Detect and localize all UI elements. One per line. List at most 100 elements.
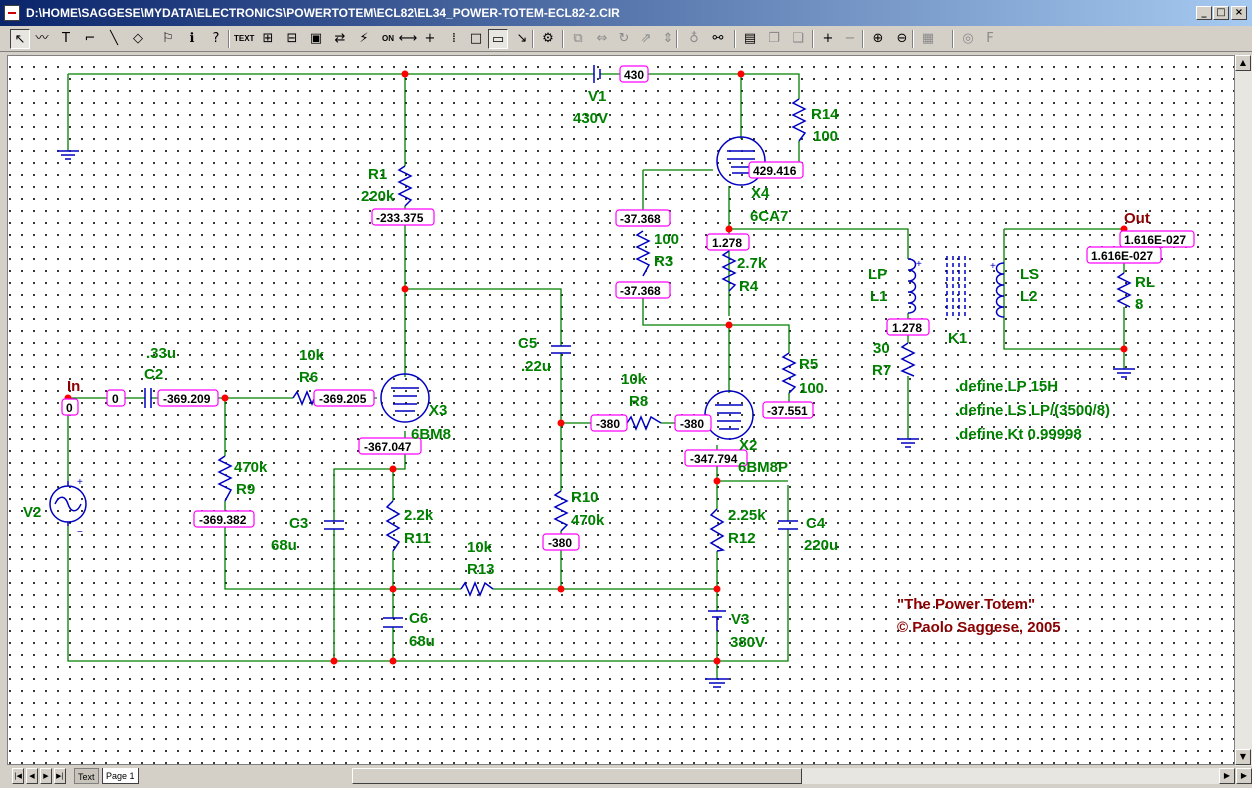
tab-page-1[interactable]: Page 1 <box>102 768 139 784</box>
horizontal-scrollbar[interactable]: ▶ <box>352 768 1235 784</box>
resistor-rl <box>1116 272 1132 308</box>
label-rl-value: 8 <box>1135 296 1143 313</box>
globe-icon[interactable]: ◎ <box>958 29 978 49</box>
zoom-out-icon[interactable]: ⊖ <box>892 29 912 49</box>
maximize-button[interactable]: □ <box>1213 6 1229 20</box>
label-r1-value: 220k <box>361 188 395 205</box>
wires <box>67 73 1125 679</box>
rotate-icon[interactable]: ↻ <box>614 29 634 49</box>
label-r10-value: 470k <box>571 512 605 529</box>
label-v1-value: 430V <box>573 110 608 127</box>
inductor-l1 <box>907 258 917 314</box>
toolbar-separator <box>952 30 954 48</box>
label-x3-name: X3 <box>429 402 447 419</box>
toolbar-separator <box>912 30 914 48</box>
flip-y-icon[interactable]: ⇕ <box>658 29 678 49</box>
info-icon[interactable]: ℹ <box>182 29 202 49</box>
wire-icon[interactable]: 〰 <box>32 29 52 49</box>
app-icon[interactable] <box>4 5 20 21</box>
analysis-icon[interactable]: ▦ <box>918 29 938 49</box>
next-page-icon[interactable]: ▶ <box>40 768 52 784</box>
prev-page-icon[interactable]: ◀ <box>26 768 38 784</box>
binoculars-icon[interactable]: ⚯ <box>708 29 728 49</box>
nv-x2-cathode: -347.794 <box>690 452 738 466</box>
flag-icon[interactable]: ⚐ <box>158 29 178 49</box>
resistor-r5 <box>781 352 797 394</box>
flip-icon[interactable]: ⇔ <box>592 29 612 49</box>
delete-page-icon[interactable]: − <box>840 29 860 49</box>
window-title: D:\HOME\SAGGESE\MYDATA\ELECTRONICS\POWER… <box>26 6 620 20</box>
back-icon[interactable]: ❏ <box>788 29 808 49</box>
ground-rl <box>1113 368 1135 378</box>
ortho-wire-icon[interactable]: ⌐ <box>80 29 100 49</box>
label-c2-value: .33u <box>146 345 176 362</box>
power-icon[interactable]: ⚡ <box>354 29 374 49</box>
svg-text:−: − <box>77 527 83 538</box>
nv-r3-top: -37.368 <box>620 212 661 226</box>
label-r14-name: R14 <box>811 106 839 123</box>
nv-x4-plate: 429.416 <box>753 164 797 178</box>
label-r3-name: R3 <box>654 253 673 270</box>
label-r5-name: R5 <box>799 356 818 373</box>
credits: "The Power Totem" © Paolo Saggese, 2005 <box>897 596 1061 636</box>
last-page-icon[interactable]: ▶| <box>54 768 66 784</box>
grid-text-icon[interactable]: ⊞ <box>258 29 278 49</box>
scroll-thumb[interactable] <box>352 768 802 784</box>
grid-icon[interactable]: ⁞ <box>444 29 464 49</box>
close-button[interactable]: × <box>1231 6 1247 20</box>
shapes-icon[interactable]: ◇ <box>128 29 148 49</box>
add-page-icon[interactable]: + <box>818 29 838 49</box>
title-icon[interactable]: ▭ <box>488 29 508 49</box>
define-kt: .define Kt 0.99998 <box>955 426 1082 443</box>
toolbar: ↖ 〰 T ⌐ ╲ ◇ ⚐ ℹ? TEXT ⊞ ⊟ ▣ ⇄ ⚡ ON ⟷ + ⁞ □ ▭ ↘ ⚙ ⧉ ⇔ ↻ ⇗ ⇕ ♁ ⚯ ▤ ❐ ❏ + − ⊕… <box>0 26 1252 52</box>
nv-v1: 430 <box>624 68 644 82</box>
minimize-button[interactable]: _ <box>1196 6 1212 20</box>
tab-text[interactable]: Text <box>74 768 99 784</box>
toolbar-separator <box>532 30 534 48</box>
pin-icon[interactable]: ⊟ <box>282 29 302 49</box>
step-icon[interactable]: ⧉ <box>568 29 588 49</box>
node-numbers-icon[interactable]: ▣ <box>306 29 326 49</box>
on-state-icon[interactable]: ON <box>378 29 398 49</box>
label-r7-name: R7 <box>872 362 891 379</box>
mirror-icon[interactable]: ⇗ <box>636 29 656 49</box>
cross-icon[interactable]: + <box>420 29 440 49</box>
nv-r8-left: -380 <box>596 417 620 431</box>
resistor-r8 <box>626 415 662 431</box>
border-icon[interactable]: □ <box>466 29 486 49</box>
help-icon[interactable]: ? <box>206 29 226 49</box>
find-icon[interactable]: ♁ <box>684 29 704 49</box>
label-r12-value: 2.25k <box>728 507 766 524</box>
text-icon[interactable]: T <box>56 29 76 49</box>
vertical-scrollbar[interactable]: ▲ ▼ <box>1235 55 1252 767</box>
label-ls: LS <box>1020 266 1039 283</box>
first-page-icon[interactable]: |◀ <box>12 768 24 784</box>
toolbar-separator <box>562 30 564 48</box>
resistor-r9 <box>217 455 233 502</box>
text-mode-icon[interactable]: TEXT <box>234 29 254 49</box>
inductor-l2 <box>995 262 1005 318</box>
line-icon[interactable]: ╲ <box>104 29 124 49</box>
label-in: In <box>67 378 80 395</box>
properties-icon[interactable]: ⚙ <box>538 29 558 49</box>
pin-connect-icon[interactable]: ⟷ <box>398 29 418 49</box>
scroll-right-icon[interactable]: ▶ <box>1219 768 1235 784</box>
front-icon[interactable]: ❐ <box>764 29 784 49</box>
schematic-canvas[interactable]: + − + + 430 429.416 -233.375 -37.368 -37.3… <box>7 55 1235 765</box>
label-r6-value: 10k <box>299 347 325 364</box>
pointer-mode-icon[interactable]: ↘ <box>512 29 532 49</box>
page-scroll-icon[interactable]: ▤ <box>740 29 760 49</box>
credit-author: © Paolo Saggese, 2005 <box>897 619 1061 636</box>
scroll-down-icon[interactable]: ▼ <box>1235 749 1251 765</box>
label-r1-name: R1 <box>368 166 387 183</box>
font-icon[interactable]: F <box>980 29 1000 49</box>
zoom-in-icon[interactable]: ⊕ <box>868 29 888 49</box>
label-r9-name: R9 <box>236 481 255 498</box>
label-c3-name: C3 <box>289 515 308 532</box>
current-icon[interactable]: ⇄ <box>330 29 350 49</box>
scroll-left-icon[interactable]: ▶ <box>1236 768 1252 784</box>
label-v3-name: V3 <box>731 611 749 628</box>
scroll-up-icon[interactable]: ▲ <box>1235 55 1251 71</box>
select-icon[interactable]: ↖ <box>10 29 30 49</box>
ground-r7 <box>897 438 919 448</box>
